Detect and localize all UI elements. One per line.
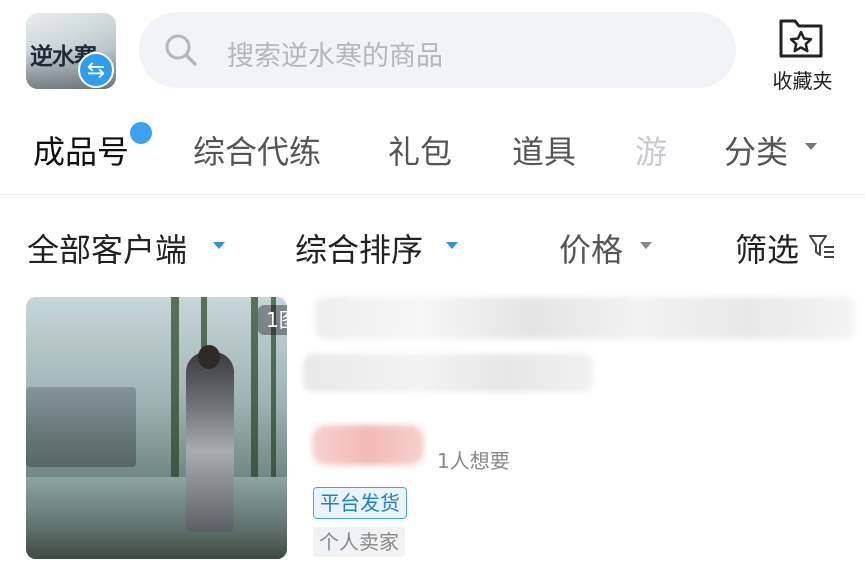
filter-sort[interactable]: 综合排序 [295, 225, 423, 271]
search-placeholder: 搜索逆水寒的商品 [227, 41, 443, 72]
star-folder-icon [779, 19, 823, 58]
tab-game-currency[interactable]: 游 [635, 127, 667, 173]
favorites-label: 收藏夹 [772, 69, 833, 93]
image-pavilion [26, 387, 136, 467]
swap-icon[interactable]: ⇆ [78, 52, 114, 88]
filter-icon [809, 235, 834, 258]
blurred-title-line [315, 297, 855, 339]
wants-count: 1人想要 [437, 449, 510, 473]
product-card[interactable]: 1图 1人想要 平台发货 个人卖家 [0, 297, 865, 583]
filter-client[interactable]: 全部客户端 [27, 225, 187, 271]
chevron-down-icon [805, 143, 817, 150]
blurred-title-line [303, 354, 593, 392]
product-image[interactable]: 1图 [26, 297, 287, 559]
header: 逆水寒 ⇆ 搜索逆水寒的商品 收藏夹 [0, 0, 865, 105]
tab-categories[interactable]: 分类 [724, 127, 788, 173]
dropdown-arrow-icon [213, 242, 225, 249]
favorites-button[interactable]: 收藏夹 [765, 15, 840, 95]
filter-screen[interactable]: 筛选 [735, 225, 799, 271]
tab-finished-account[interactable]: 成品号 [33, 127, 129, 173]
blurred-price [312, 425, 424, 465]
new-dot-badge [128, 120, 154, 146]
divider [0, 194, 865, 195]
filter-price[interactable]: 价格 [559, 225, 623, 271]
tag-personal-seller: 个人卖家 [313, 527, 405, 557]
tag-platform-delivery: 平台发货 [313, 487, 407, 519]
dropdown-arrow-icon [640, 242, 652, 249]
tab-gift-pack[interactable]: 礼包 [388, 127, 452, 173]
search-icon [165, 34, 197, 66]
image-water [26, 477, 287, 559]
tab-power-leveling[interactable]: 综合代练 [193, 127, 321, 173]
tab-items[interactable]: 道具 [512, 127, 576, 173]
dropdown-arrow-icon [446, 242, 458, 249]
category-tabs: 成品号 综合代练 礼包 道具 游 分类 [0, 115, 865, 185]
image-character [186, 352, 234, 532]
image-count-badge: 1图 [258, 305, 287, 335]
image-character-head [198, 345, 220, 369]
filter-bar: 全部客户端 综合排序 价格 筛选 [0, 215, 865, 275]
search-input[interactable]: 搜索逆水寒的商品 [139, 12, 736, 88]
